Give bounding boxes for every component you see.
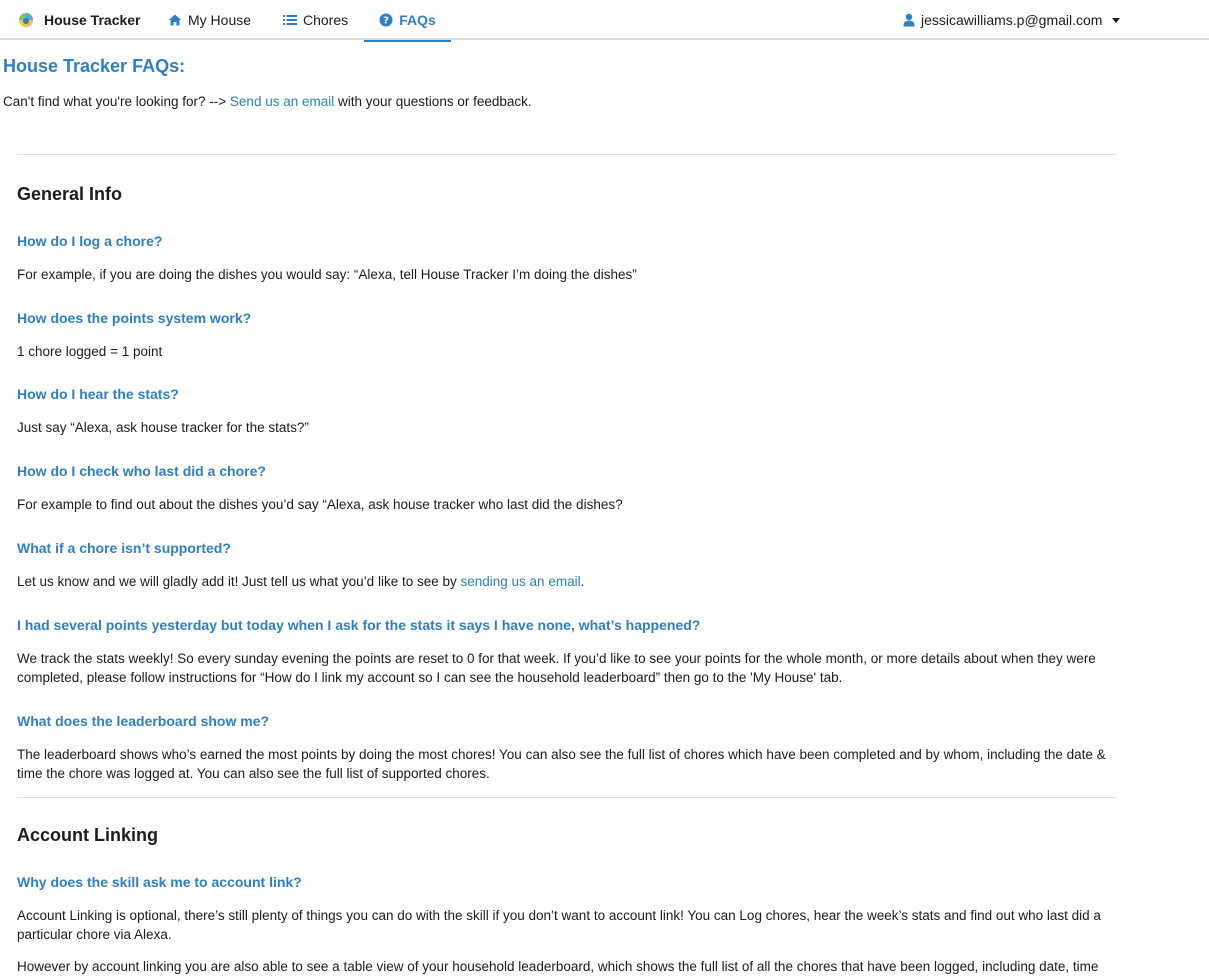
- faq-question: How do I check who last did a chore?: [17, 463, 266, 479]
- home-icon: [168, 13, 182, 27]
- faq-question: How does the points system work?: [17, 310, 252, 326]
- nav-chores-label: Chores: [303, 12, 349, 28]
- nav-faqs[interactable]: ? FAQs: [364, 0, 451, 42]
- faq-answer: For example to find out about the dishes…: [17, 497, 623, 512]
- section-title-general-info: General Info: [17, 184, 123, 204]
- answer-period: .: [580, 574, 585, 589]
- intro-text: Can't find what you're looking for? --> …: [3, 94, 532, 109]
- sending-email-link[interactable]: sending us an email: [461, 574, 581, 589]
- faq-answer: Just say “Alexa, ask house tracker for t…: [17, 420, 309, 435]
- svg-text:?: ?: [383, 16, 389, 27]
- nav-my-house-label: My House: [188, 12, 252, 28]
- nav-brand[interactable]: House Tracker: [18, 0, 141, 40]
- send-email-link[interactable]: Send us an email: [230, 94, 334, 109]
- faq-content: General Info How do I log a chore? For e…: [17, 154, 1116, 976]
- faq-question: What does the leaderboard show me?: [17, 713, 270, 729]
- faq-answer: Let us know and we will gladly add it! J…: [17, 572, 1116, 591]
- user-menu-dropdown[interactable]: jessicawilliams.p@gmail.com: [903, 0, 1121, 40]
- answer-text: Let us know and we will gladly add it! J…: [17, 574, 457, 589]
- faq-question: I had several points yesterday but today…: [17, 617, 701, 633]
- faq-question: Why does the skill ask me to account lin…: [17, 874, 302, 890]
- faq-question: How do I hear the stats?: [17, 386, 179, 402]
- house-tracker-logo-icon: [18, 12, 34, 28]
- nav-my-house[interactable]: My House: [168, 0, 251, 40]
- faq-answer: However by account linking you are also …: [17, 959, 1099, 974]
- faq-answer: We track the stats weekly! So every sund…: [17, 651, 1096, 685]
- chevron-down-icon: [1112, 17, 1121, 23]
- nav-chores[interactable]: Chores: [283, 0, 348, 40]
- section-divider: [17, 154, 1116, 155]
- faq-answer: The leaderboard shows who’s earned the m…: [17, 747, 1106, 781]
- user-icon: [903, 13, 915, 27]
- nav-faqs-label: FAQs: [399, 12, 436, 28]
- faq-answer: For example, if you are doing the dishes…: [17, 267, 637, 282]
- page-title: House Tracker FAQs:: [3, 56, 186, 76]
- intro-suffix: with your questions or feedback.: [338, 94, 532, 109]
- question-circle-icon: ?: [379, 13, 393, 27]
- intro-prefix: Can't find what you're looking for? -->: [3, 94, 227, 109]
- brand-label: House Tracker: [44, 12, 141, 28]
- faq-question: How do I log a chore?: [17, 233, 163, 249]
- user-email: jessicawilliams.p@gmail.com: [921, 12, 1103, 28]
- top-navbar: House Tracker My House Chores ? FAQs jes…: [0, 0, 1209, 42]
- faq-answer: 1 chore logged = 1 point: [17, 344, 163, 359]
- faq-answer: Account Linking is optional, there’s sti…: [17, 908, 1101, 942]
- section-divider: [17, 797, 1116, 798]
- faq-question: What if a chore isn’t supported?: [17, 540, 231, 556]
- section-title-account-linking: Account Linking: [17, 825, 158, 845]
- list-icon: [283, 13, 297, 27]
